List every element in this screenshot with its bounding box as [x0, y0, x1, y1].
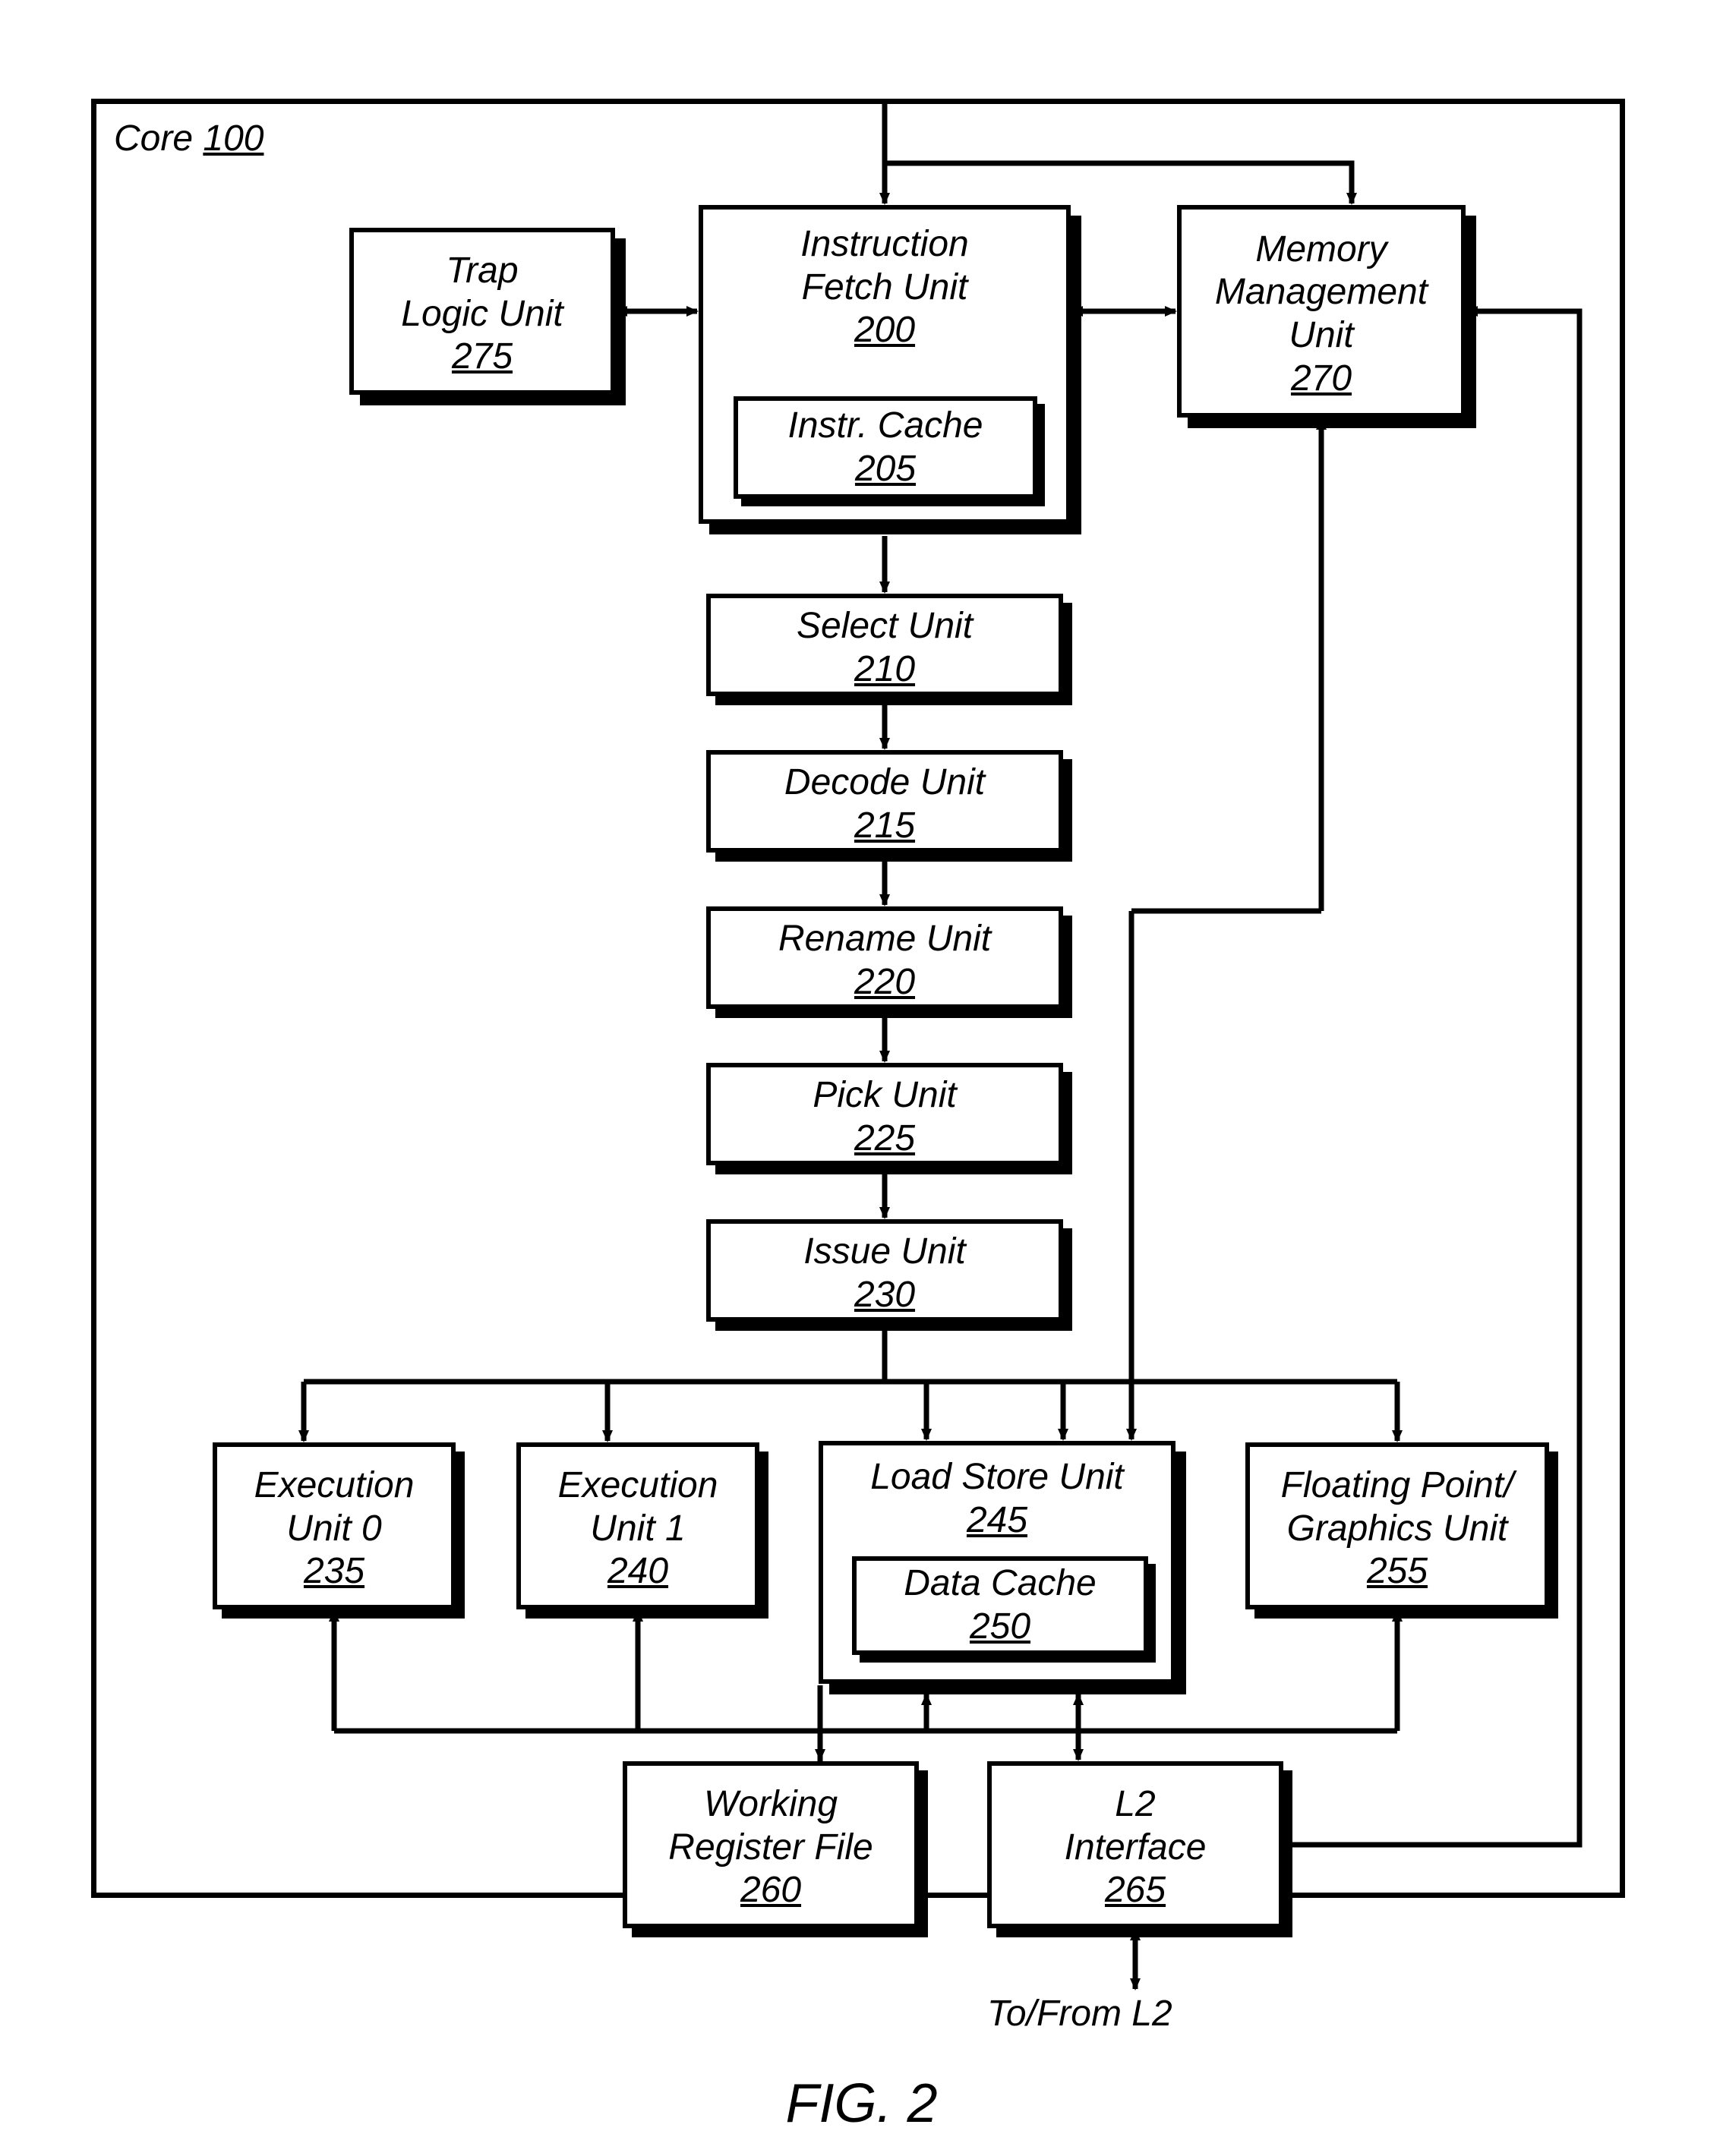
tlu-block: Trap Logic Unit 275	[349, 228, 615, 395]
wrf-ref: 260	[740, 1869, 801, 1912]
decode-block: Decode Unit 215	[706, 750, 1063, 853]
ifu-ref: 200	[854, 309, 915, 352]
mmu-line1: Memory	[1255, 229, 1387, 272]
pick-ref: 225	[854, 1117, 915, 1161]
core-label: Core 100	[114, 118, 263, 159]
exu1-ref: 240	[607, 1550, 668, 1593]
l2if-block: L2 Interface 265	[987, 1761, 1283, 1928]
select-line1: Select Unit	[797, 605, 973, 648]
exu0-line2: Unit 0	[286, 1508, 381, 1551]
wrf-line1: Working	[704, 1783, 838, 1827]
core-label-text: Core	[114, 118, 203, 159]
rename-block: Rename Unit 220	[706, 906, 1063, 1009]
issue-block: Issue Unit 230	[706, 1219, 1063, 1322]
exu1-line1: Execution	[558, 1464, 718, 1508]
ifu-line2: Fetch Unit	[802, 266, 968, 310]
lsu-ref: 245	[967, 1499, 1027, 1543]
exu0-ref: 235	[304, 1550, 364, 1593]
l2if-line1: L2	[1115, 1783, 1155, 1827]
issue-line1: Issue Unit	[803, 1231, 965, 1274]
dcache-line1: Data Cache	[904, 1562, 1096, 1606]
l2if-ref: 265	[1105, 1869, 1166, 1912]
decode-ref: 215	[854, 805, 915, 848]
core-ref: 100	[203, 118, 263, 159]
fgu-line1: Floating Point/	[1281, 1464, 1514, 1508]
lsu-line1: Load Store Unit	[870, 1456, 1124, 1499]
select-block: Select Unit 210	[706, 594, 1063, 696]
diagram-canvas: Core 100 Trap Logic Unit 275 Instruction…	[0, 0, 1723, 2156]
l2-external-label: To/From L2	[987, 1993, 1172, 2035]
pick-line1: Pick Unit	[813, 1074, 956, 1117]
exu1-line2: Unit 1	[590, 1508, 685, 1551]
tlu-ref: 275	[452, 336, 513, 379]
exu1-block: Execution Unit 1 240	[516, 1442, 759, 1609]
tlu-line1: Trap	[446, 250, 518, 293]
exu0-line1: Execution	[254, 1464, 415, 1508]
mmu-ref: 270	[1291, 358, 1352, 401]
mmu-block: Memory Management Unit 270	[1177, 205, 1466, 418]
dcache-ref: 250	[970, 1606, 1030, 1649]
mmu-line2: Management	[1215, 271, 1428, 314]
l2if-line2: Interface	[1065, 1827, 1207, 1870]
wrf-line2: Register File	[668, 1827, 873, 1870]
ifu-line1: Instruction	[800, 223, 968, 266]
fgu-block: Floating Point/ Graphics Unit 255	[1245, 1442, 1549, 1609]
fgu-ref: 255	[1367, 1550, 1428, 1593]
icache-line1: Instr. Cache	[788, 405, 983, 448]
figure-label: FIG. 2	[0, 2072, 1723, 2135]
wrf-block: Working Register File 260	[623, 1761, 919, 1928]
decode-line1: Decode Unit	[784, 761, 985, 805]
mmu-line3: Unit	[1289, 314, 1353, 358]
icache-block: Instr. Cache 205	[734, 396, 1037, 499]
fgu-line2: Graphics Unit	[1287, 1508, 1508, 1551]
tlu-line2: Logic Unit	[401, 293, 563, 336]
rename-line1: Rename Unit	[778, 918, 991, 961]
rename-ref: 220	[854, 961, 915, 1004]
dcache-block: Data Cache 250	[852, 1556, 1148, 1655]
icache-ref: 205	[855, 448, 916, 491]
exu0-block: Execution Unit 0 235	[213, 1442, 456, 1609]
select-ref: 210	[854, 648, 915, 692]
pick-block: Pick Unit 225	[706, 1063, 1063, 1165]
issue-ref: 230	[854, 1274, 915, 1317]
